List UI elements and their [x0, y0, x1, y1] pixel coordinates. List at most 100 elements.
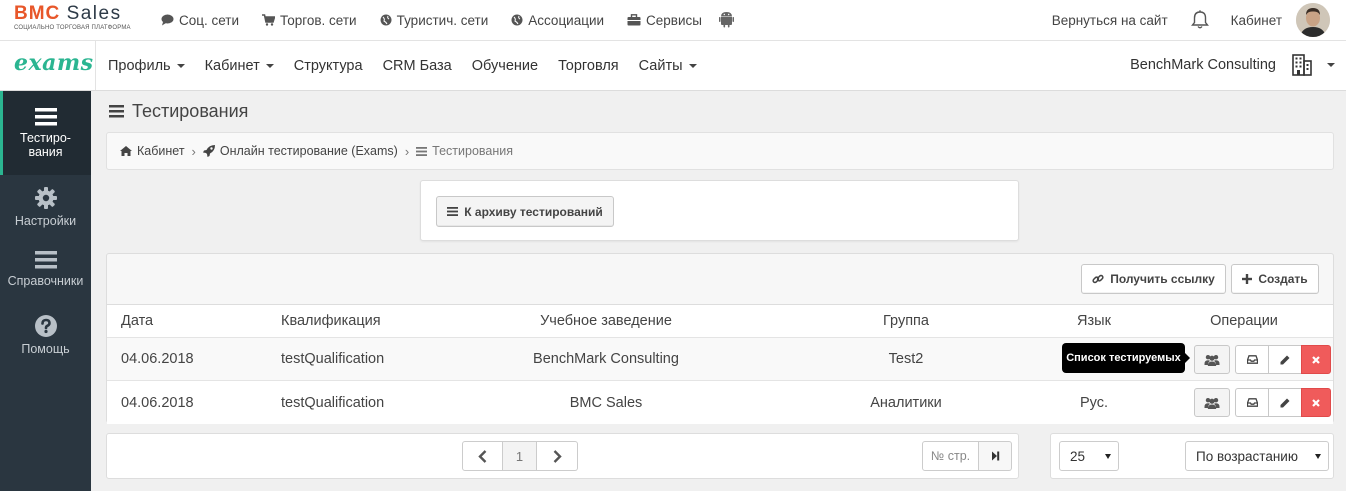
- sidebar-item-help-label: Помощь: [21, 342, 70, 356]
- cell-qualification: testQualification: [281, 394, 385, 411]
- building-icon[interactable]: [1292, 54, 1312, 76]
- nav-sites[interactable]: Сайты: [639, 58, 697, 74]
- nav-learning[interactable]: Обучение: [472, 58, 538, 74]
- edit-row-button[interactable]: [1268, 388, 1301, 417]
- breadcrumb-cabinet[interactable]: Кабинет: [120, 144, 185, 158]
- archive-row-button[interactable]: [1235, 388, 1268, 417]
- archive-row-button[interactable]: [1235, 345, 1268, 374]
- nav-crm[interactable]: CRM База: [383, 58, 452, 74]
- prev-page-button[interactable]: [462, 441, 503, 471]
- cell-institution: BMC Sales: [569, 394, 643, 411]
- question-icon: [34, 315, 57, 337]
- list-icon: [109, 105, 124, 118]
- cell-language: Рус.: [1079, 394, 1109, 411]
- delete-row-button[interactable]: [1301, 345, 1331, 374]
- breadcrumb-exams[interactable]: Онлайн тестирование (Exams): [202, 144, 398, 158]
- archive-button[interactable]: К архиву тестирований: [436, 196, 614, 227]
- top-nav-services-label: Сервисы: [646, 12, 702, 28]
- bell-icon[interactable]: [1190, 10, 1209, 30]
- top-nav-social[interactable]: Соц. сети: [161, 13, 239, 28]
- pagination-panel: 1 № стр.: [106, 433, 1019, 479]
- header-institution[interactable]: Учебное заведение: [495, 305, 717, 337]
- header-group[interactable]: Группа: [840, 305, 972, 337]
- sort-order-value: По возрастанию: [1196, 448, 1298, 464]
- cell-group: Test2: [888, 351, 924, 367]
- row-actions-group: [1235, 345, 1331, 374]
- create-button-label: Создать: [1258, 272, 1308, 286]
- goto-page-button[interactable]: [979, 441, 1012, 471]
- dropdown-arrow-icon: [1105, 454, 1111, 459]
- table-header-row: Дата Квалификация Учебное заведение Груп…: [107, 305, 1333, 338]
- chevron-right-icon: [553, 449, 562, 463]
- nav-trade-label: Торговля: [558, 57, 619, 74]
- nav-structure[interactable]: Структура: [294, 58, 363, 74]
- goto-page-input[interactable]: № стр.: [922, 441, 979, 471]
- get-link-button-label: Получить ссылку: [1110, 272, 1215, 286]
- chat-icon: [161, 14, 174, 26]
- app-navbar: exams Профиль Кабинет Структура CRM База…: [0, 41, 1346, 91]
- nav-profile-label: Профиль: [108, 57, 171, 74]
- cell-date: 04.06.2018: [121, 351, 194, 367]
- testees-list-button[interactable]: [1194, 388, 1230, 417]
- list-icon: [34, 107, 57, 125]
- list-icon: [416, 146, 428, 156]
- sidebar-item-references[interactable]: Справочники: [0, 249, 91, 303]
- step-forward-icon: [991, 451, 999, 461]
- cell-date: 04.06.2018: [121, 394, 194, 411]
- row-operations: [1194, 345, 1331, 374]
- exams-logo[interactable]: exams: [14, 50, 94, 76]
- cell-group: Аналитики: [870, 394, 942, 411]
- sort-order-select[interactable]: По возрастанию: [1185, 441, 1329, 471]
- avatar[interactable]: [1296, 3, 1330, 37]
- nav-cabinet[interactable]: Кабинет: [205, 58, 274, 74]
- rocket-icon: [202, 145, 215, 157]
- breadcrumb-tests-label: Тестирования: [432, 144, 514, 158]
- top-nav-social-label: Соц. сети: [179, 12, 240, 28]
- company-name[interactable]: BenchMark Consulting: [1130, 41, 1276, 90]
- sidebar-item-tests-label1: Тестиро-: [20, 130, 71, 145]
- testees-list-button[interactable]: [1194, 345, 1230, 374]
- header-qualification[interactable]: Квалификация: [281, 305, 381, 337]
- get-link-button[interactable]: Получить ссылку: [1081, 264, 1226, 294]
- per-page-select[interactable]: 25: [1059, 441, 1119, 471]
- header-operations: Операции: [1210, 313, 1278, 329]
- top-nav-trade[interactable]: Торгов. сети: [262, 13, 357, 28]
- bmc-sales-logo[interactable]: BMC Sales СОЦИАЛЬНО ТОРГОВАЯ ПЛАТФОРМА: [14, 4, 144, 32]
- nav-trade[interactable]: Торговля: [558, 58, 619, 74]
- breadcrumb-exams-label: Онлайн тестирование (Exams): [219, 144, 398, 158]
- sidebar-item-help[interactable]: Помощь: [0, 313, 91, 367]
- page-title-text: Тестирования: [132, 101, 249, 121]
- delete-row-button[interactable]: [1301, 388, 1331, 417]
- breadcrumb-cabinet-label: Кабинет: [137, 144, 185, 158]
- plus-icon: [1242, 274, 1253, 284]
- back-to-site-link[interactable]: Вернуться на сайт: [1052, 13, 1168, 28]
- testees-tooltip: Список тестируемых: [1062, 343, 1190, 373]
- android-icon[interactable]: [719, 11, 734, 28]
- inbox-icon: [1246, 355, 1258, 364]
- page-number[interactable]: 1: [503, 441, 537, 471]
- list-icon: [34, 251, 57, 269]
- breadcrumb-separator: ›: [191, 143, 196, 159]
- nav-profile[interactable]: Профиль: [108, 58, 185, 74]
- sidebar-item-tests[interactable]: Тестиро- вания: [0, 91, 91, 175]
- edit-row-button[interactable]: [1268, 345, 1301, 374]
- top-nav: Соц. сети Торгов. сети Туристич. сети Ас…: [161, 0, 725, 40]
- users-icon: [1204, 397, 1220, 409]
- sidebar-item-tests-label2: вания: [28, 144, 63, 159]
- top-nav-associations[interactable]: Ассоциации: [511, 13, 604, 28]
- logo-divider: [95, 41, 96, 90]
- globe-icon: [380, 14, 392, 26]
- top-nav-tourism[interactable]: Туристич. сети: [380, 13, 488, 28]
- header-date[interactable]: Дата: [121, 305, 153, 337]
- next-page-button[interactable]: [537, 441, 578, 471]
- dropdown-arrow-icon: [1315, 454, 1321, 459]
- top-nav-services[interactable]: Сервисы: [627, 13, 702, 28]
- company-caret-icon[interactable]: [1327, 63, 1335, 67]
- header-language[interactable]: Язык: [1057, 305, 1131, 337]
- sidebar-item-settings[interactable]: Настройки: [0, 185, 91, 239]
- create-button[interactable]: Создать: [1231, 264, 1319, 294]
- row-actions-group: [1235, 388, 1331, 417]
- sidebar-item-references-label: Справочники: [7, 274, 84, 288]
- home-icon: [120, 146, 132, 156]
- cabinet-link[interactable]: Кабинет: [1231, 13, 1282, 28]
